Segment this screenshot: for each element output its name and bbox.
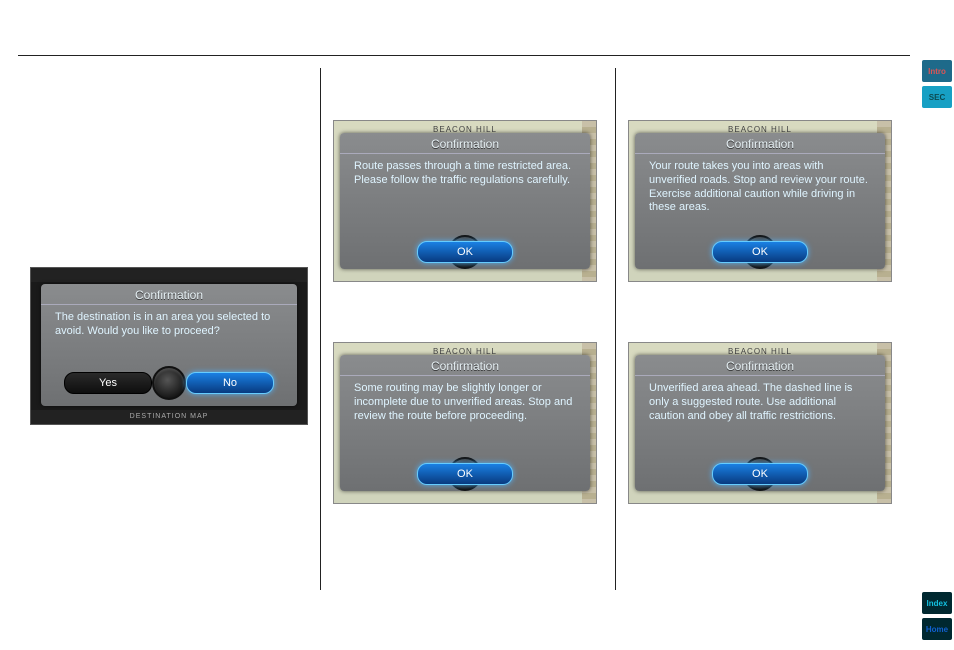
dialog-buttons: OK xyxy=(635,461,885,491)
screenshot-unverified-ahead: BEACON HILL Confirmation Unverified area… xyxy=(628,342,892,504)
dialog-separator xyxy=(340,153,590,154)
dialog-title: Confirmation xyxy=(635,133,885,153)
top-rule xyxy=(18,55,910,56)
ok-button[interactable]: OK xyxy=(417,463,513,485)
screenshot-unverified-routing: BEACON HILL Confirmation Some routing ma… xyxy=(333,342,597,504)
ok-button[interactable]: OK xyxy=(417,241,513,263)
dialog-buttons: OK xyxy=(340,461,590,491)
dialog-title: Confirmation xyxy=(340,355,590,375)
screenshot-unverified-roads: BEACON HILL Confirmation Your route take… xyxy=(628,120,892,282)
screenshot-bottombar: DESTINATION MAP xyxy=(31,410,307,424)
screenshot-time-restricted: BEACON HILL Confirmation Route passes th… xyxy=(333,120,597,282)
dialog-buttons: Yes No xyxy=(41,364,297,406)
rotary-knob-icon xyxy=(152,366,186,400)
tab-intro[interactable]: Intro xyxy=(922,60,952,82)
dialog-separator xyxy=(635,153,885,154)
dialog-title: Confirmation xyxy=(41,284,297,304)
confirmation-dialog-avoid: Confirmation The destination is in an ar… xyxy=(41,284,297,406)
tab-home[interactable]: Home xyxy=(922,618,952,640)
screenshot-topbar xyxy=(31,268,307,282)
tab-index[interactable]: Index xyxy=(922,592,952,614)
no-button[interactable]: No xyxy=(186,372,274,394)
dialog-body: The destination is in an area you select… xyxy=(41,307,297,364)
column-3: BEACON HILL Confirmation Your route take… xyxy=(616,60,910,640)
dialog-separator xyxy=(340,375,590,376)
dialog-body: Route passes through a time restricted a… xyxy=(340,156,590,239)
content-columns: Confirmation The destination is in an ar… xyxy=(18,60,910,640)
confirmation-dialog-routing: Confirmation Some routing may be slightl… xyxy=(340,355,590,491)
dialog-body: Some routing may be slightly longer or i… xyxy=(340,378,590,461)
confirmation-dialog-unverified-roads: Confirmation Your route takes you into a… xyxy=(635,133,885,269)
dialog-body: Unverified area ahead. The dashed line i… xyxy=(635,378,885,461)
confirmation-dialog-unverified-ahead: Confirmation Unverified area ahead. The … xyxy=(635,355,885,491)
side-tabs-top: Intro SEC xyxy=(922,60,952,108)
dialog-body: Your route takes you into areas with unv… xyxy=(635,156,885,239)
ok-button[interactable]: OK xyxy=(712,241,808,263)
confirmation-dialog-time: Confirmation Route passes through a time… xyxy=(340,133,590,269)
column-2: BEACON HILL Confirmation Route passes th… xyxy=(321,60,615,640)
dialog-buttons: OK xyxy=(340,239,590,269)
dialog-buttons: OK xyxy=(635,239,885,269)
screenshot-avoid-area: Confirmation The destination is in an ar… xyxy=(30,267,308,425)
yes-button[interactable]: Yes xyxy=(64,372,152,394)
side-tabs-bottom: Index Home xyxy=(922,592,952,640)
dialog-separator xyxy=(41,304,297,305)
tab-sec[interactable]: SEC xyxy=(922,86,952,108)
dialog-title: Confirmation xyxy=(635,355,885,375)
dialog-separator xyxy=(635,375,885,376)
ok-button[interactable]: OK xyxy=(712,463,808,485)
column-1: Confirmation The destination is in an ar… xyxy=(18,60,320,640)
dialog-title: Confirmation xyxy=(340,133,590,153)
